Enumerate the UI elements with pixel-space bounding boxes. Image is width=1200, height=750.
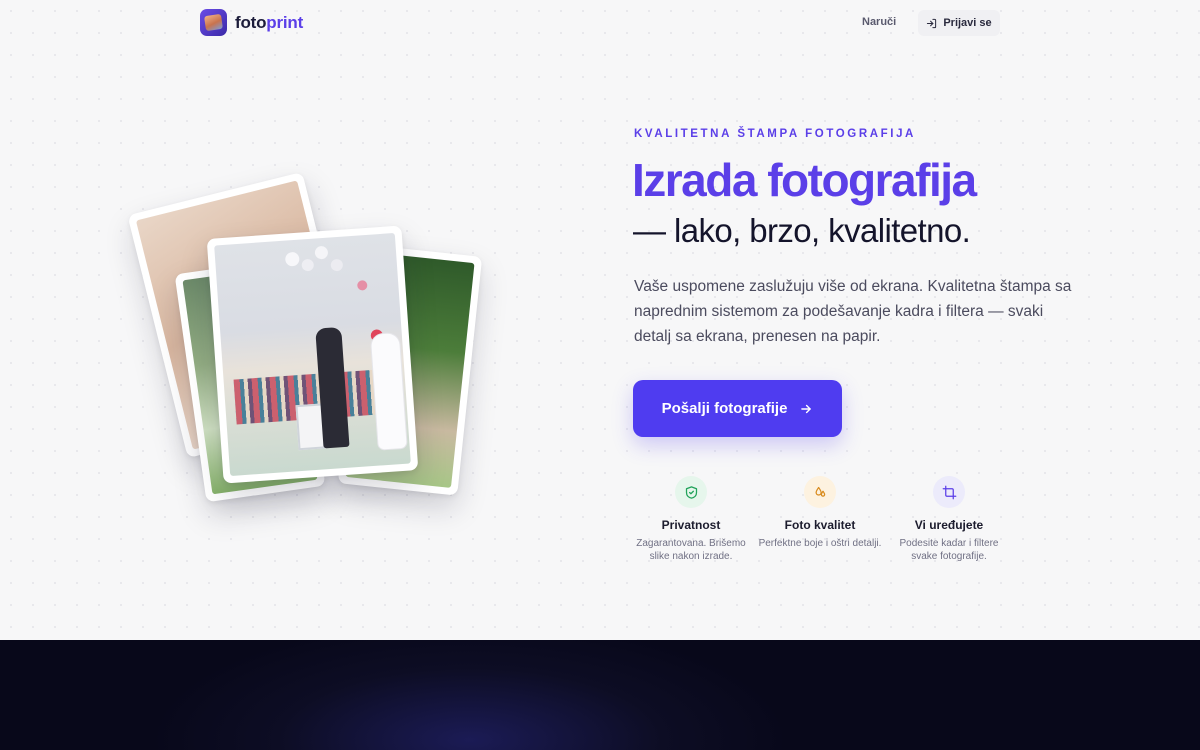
balloon [284,251,300,267]
dark-section [0,640,1200,750]
feature-title: Vi uređujete [914,518,984,532]
feature-editing-icon-wrap [933,476,965,508]
feature-desc: Perfektne boje i oštri detalji. [758,538,882,549]
balloon [301,258,315,272]
feature-privacy-icon-wrap [675,476,707,508]
nav-order-link[interactable]: Naruči [862,16,896,28]
logo-text-print: print [266,12,304,32]
login-label: Prijavi se [943,17,992,29]
features: Privatnost Zagarantovana. Brišemo slike … [628,476,1008,576]
send-photos-label: Pošalji fotografije [661,400,788,417]
logo-text-foto: foto [235,12,267,32]
header: fotoprint Naruči Prijavi se [0,0,1200,48]
send-photos-button[interactable]: Pošalji fotografije [633,380,842,437]
logo-icon [200,9,227,36]
balloon [330,258,344,272]
feature-title: Privatnost [661,518,721,532]
logo-text: fotoprint [235,13,303,33]
feature-desc: Podesite kadar i filtere svake fotografi… [899,538,999,562]
shield-check-icon [685,485,697,499]
balloon [314,245,329,260]
login-icon [927,18,937,28]
photo-image-wedding [214,232,411,477]
feature-privacy: Privatnost Zagarantovana. Brišemo slike … [628,476,754,563]
feature-editing: Vi uređujete Podesite kadar i filtere sv… [886,476,1012,563]
logo-link[interactable]: fotoprint [200,9,303,36]
arrow-right-icon [801,404,812,413]
drops-icon [815,486,825,497]
photo-card-wedding [206,225,419,484]
page: fotoprint Naruči Prijavi se KVALITETNA Š… [0,0,1200,750]
feature-desc: Zagarantovana. Brišemo slike nakon izrad… [636,538,746,562]
hero-description: Vaše uspomene zaslužuju više od ekrana. … [634,278,1072,345]
photo-stack [127,170,490,510]
bride [370,332,407,450]
feature-quality: Foto kvalitet Perfektne boje i oštri det… [757,476,883,550]
hero-subtitle: — lako, brzo, kvalitetno. [633,212,971,249]
login-button[interactable]: Prijavi se [918,10,1000,36]
hero-eyebrow: KVALITETNA ŠTAMPA FOTOGRAFIJA [634,128,916,140]
crop-icon [942,485,956,499]
balloon [356,280,368,291]
feature-title: Foto kvalitet [784,518,856,532]
feature-quality-icon-wrap [804,476,836,508]
hero-title: Izrada fotografija [632,154,977,206]
